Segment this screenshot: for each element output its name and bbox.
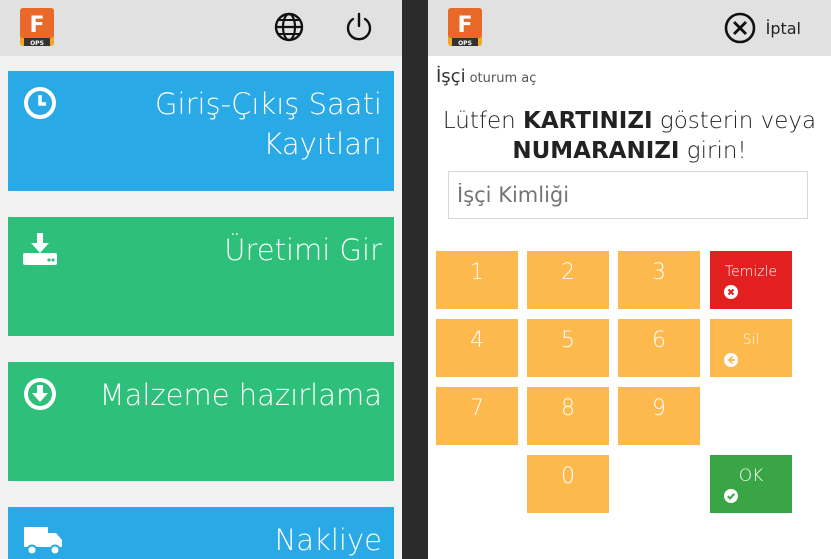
key-7[interactable]: 7 <box>436 387 518 445</box>
svg-text:OPS: OPS <box>30 40 44 47</box>
tile-label: Malzeme hazırlama <box>99 378 382 412</box>
key-6[interactable]: 6 <box>618 319 700 377</box>
arrow-left-circle-icon <box>724 353 738 367</box>
svg-text:OPS: OPS <box>458 40 472 47</box>
panel-header: İşçi oturum aç <box>436 66 536 87</box>
panel-title: İşçi <box>436 66 466 87</box>
top-bar: F OPS <box>0 0 402 56</box>
key-5[interactable]: 5 <box>527 319 609 377</box>
key-8[interactable]: 8 <box>527 387 609 445</box>
key-3[interactable]: 3 <box>618 251 700 309</box>
delete-label: Sil <box>742 332 760 348</box>
download-tray-icon <box>23 233 57 265</box>
panel-subtitle: oturum aç <box>469 71 537 86</box>
tile-label: Nakliye <box>274 523 382 557</box>
tile-shipping[interactable]: Nakliye <box>8 507 394 559</box>
power-icon[interactable] <box>342 10 376 44</box>
key-1[interactable]: 1 <box>436 251 518 309</box>
key-4[interactable]: 4 <box>436 319 518 377</box>
tile-enter-production[interactable]: Üretimi Gir <box>8 217 394 336</box>
download-circle-icon <box>24 378 56 410</box>
check-circle-icon <box>724 489 738 503</box>
ok-button[interactable]: OK <box>710 455 792 513</box>
app-logo: F OPS <box>448 8 482 47</box>
tile-material-preparation[interactable]: Malzeme hazırlama <box>8 362 394 481</box>
close-circle-icon <box>724 12 755 44</box>
svg-text:F: F <box>457 13 472 38</box>
instruction-text: Lütfen KARTINIZI gösterin veya NUMARANIZ… <box>428 106 831 166</box>
ok-label: OK <box>738 466 764 486</box>
prompt-emphasis: KARTINIZI <box>523 108 653 134</box>
svg-text:F: F <box>29 13 44 38</box>
key-2[interactable]: 2 <box>527 251 609 309</box>
top-bar: F OPS İptal <box>428 0 831 56</box>
key-9[interactable]: 9 <box>618 387 700 445</box>
clear-label: Temizle <box>724 264 778 280</box>
cancel-label: İptal <box>765 18 801 38</box>
cancel-button[interactable]: İptal <box>724 12 801 44</box>
clock-icon <box>24 87 56 119</box>
tile-label: Giriş-Çıkış Saati Kayıtları <box>155 87 382 161</box>
close-circle-icon <box>724 285 738 299</box>
app-logo: F OPS <box>20 8 54 47</box>
worker-id-input[interactable] <box>448 171 808 219</box>
delete-button[interactable]: Sil <box>710 319 792 377</box>
tile-clock-records[interactable]: Giriş-Çıkış Saati Kayıtları <box>8 71 394 191</box>
globe-icon[interactable] <box>272 10 306 44</box>
prompt-text: Lütfen <box>442 108 523 134</box>
login-panel: F OPS İptal İşçi oturum aç Lütfen KARTINI… <box>428 0 831 559</box>
panel-divider <box>402 0 428 559</box>
main-menu-panel: F OPS Giriş-Çıkış Saati Kayıtları Üretim… <box>0 0 402 559</box>
prompt-text: girin! <box>679 138 747 164</box>
key-0[interactable]: 0 <box>527 455 609 513</box>
tile-label: Üretimi Gir <box>224 233 382 267</box>
truck-icon <box>24 527 62 556</box>
prompt-emphasis: NUMARANIZI <box>512 138 680 164</box>
clear-button[interactable]: Temizle <box>710 251 792 309</box>
prompt-text: gösterin veya <box>652 108 817 134</box>
